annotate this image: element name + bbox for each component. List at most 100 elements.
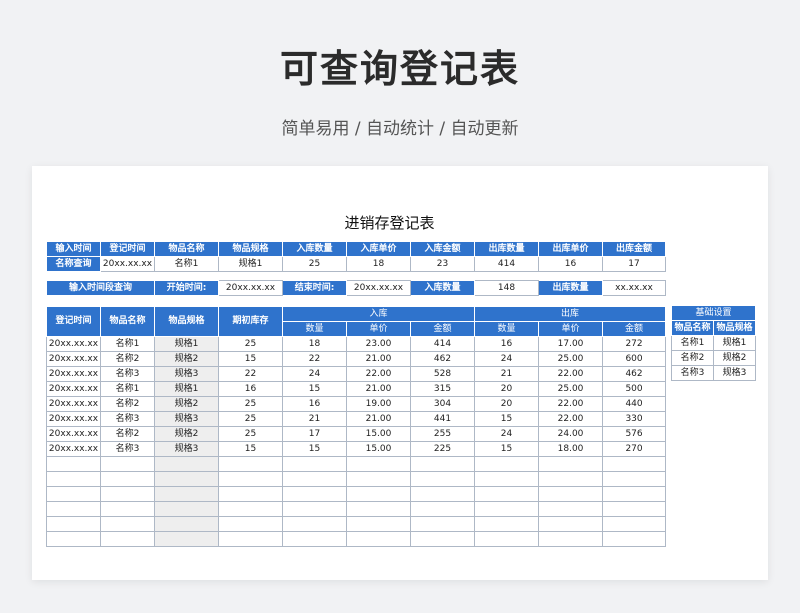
table-cell[interactable]: 15 — [218, 351, 283, 367]
empty-cell[interactable] — [602, 501, 667, 517]
empty-cell[interactable] — [474, 531, 540, 547]
empty-cell[interactable] — [346, 501, 411, 517]
empty-cell[interactable] — [46, 501, 101, 517]
empty-cell[interactable] — [218, 486, 283, 502]
table-cell[interactable]: 20xx.xx.xx — [46, 351, 101, 367]
settings-cell[interactable]: 规格2 — [712, 350, 757, 366]
table-cell[interactable]: 600 — [602, 351, 667, 367]
empty-cell[interactable] — [346, 456, 411, 472]
table-cell[interactable]: 21.00 — [346, 351, 411, 367]
table-cell[interactable]: 22.00 — [538, 396, 604, 412]
empty-cell[interactable] — [409, 456, 476, 472]
table-cell[interactable]: 规格3 — [154, 441, 219, 457]
table-cell[interactable]: 25 — [218, 336, 283, 352]
empty-cell[interactable] — [282, 456, 347, 472]
table-cell[interactable]: 规格2 — [154, 426, 219, 442]
table-cell[interactable]: 名称3 — [100, 411, 155, 427]
table-cell[interactable]: 441 — [409, 411, 476, 427]
table-cell[interactable]: 规格3 — [154, 411, 219, 427]
table-cell[interactable]: 20xx.xx.xx — [46, 366, 101, 382]
table-cell[interactable]: 19.00 — [346, 396, 411, 412]
empty-cell[interactable] — [282, 516, 347, 532]
empty-cell[interactable] — [100, 471, 155, 487]
table-cell[interactable]: 21.00 — [346, 411, 411, 427]
empty-cell[interactable] — [409, 531, 476, 547]
empty-cell[interactable] — [346, 471, 411, 487]
empty-cell[interactable] — [409, 516, 476, 532]
table-cell[interactable]: 15 — [282, 381, 347, 397]
table-cell[interactable]: 22 — [218, 366, 283, 382]
table-cell[interactable]: 名称1 — [100, 381, 155, 397]
empty-cell[interactable] — [602, 471, 667, 487]
empty-cell[interactable] — [474, 471, 540, 487]
empty-cell[interactable] — [346, 531, 411, 547]
table-cell[interactable]: 规格2 — [154, 396, 219, 412]
table-cell[interactable]: 500 — [602, 381, 667, 397]
empty-cell[interactable] — [154, 471, 219, 487]
table-cell[interactable]: 15 — [282, 441, 347, 457]
empty-cell[interactable] — [100, 516, 155, 532]
table-cell[interactable]: 25 — [218, 426, 283, 442]
table-cell[interactable]: 名称1 — [100, 336, 155, 352]
table-cell[interactable]: 23.00 — [346, 336, 411, 352]
empty-cell[interactable] — [154, 531, 219, 547]
table-cell[interactable]: 330 — [602, 411, 667, 427]
table-cell[interactable]: 规格1 — [154, 381, 219, 397]
empty-cell[interactable] — [409, 471, 476, 487]
range-end-input[interactable]: 20xx.xx.xx — [346, 280, 411, 296]
table-cell[interactable]: 22.00 — [346, 366, 411, 382]
empty-cell[interactable] — [46, 456, 101, 472]
table-cell[interactable]: 21.00 — [346, 381, 411, 397]
table-cell[interactable]: 462 — [409, 351, 476, 367]
empty-cell[interactable] — [538, 456, 604, 472]
empty-cell[interactable] — [100, 486, 155, 502]
empty-cell[interactable] — [46, 531, 101, 547]
table-cell[interactable]: 规格3 — [154, 366, 219, 382]
table-cell[interactable]: 24 — [474, 351, 540, 367]
table-cell[interactable]: 24.00 — [538, 426, 604, 442]
empty-cell[interactable] — [46, 516, 101, 532]
table-cell[interactable]: 18 — [282, 336, 347, 352]
empty-cell[interactable] — [538, 531, 604, 547]
table-cell[interactable]: 16 — [474, 336, 540, 352]
table-cell[interactable]: 名称3 — [100, 366, 155, 382]
empty-cell[interactable] — [474, 456, 540, 472]
table-cell[interactable]: 24 — [474, 426, 540, 442]
empty-cell[interactable] — [346, 516, 411, 532]
empty-cell[interactable] — [218, 501, 283, 517]
table-cell[interactable]: 20xx.xx.xx — [46, 441, 101, 457]
table-cell[interactable]: 20xx.xx.xx — [46, 396, 101, 412]
table-cell[interactable]: 225 — [409, 441, 476, 457]
empty-cell[interactable] — [46, 486, 101, 502]
table-cell[interactable]: 440 — [602, 396, 667, 412]
table-cell[interactable]: 20 — [474, 381, 540, 397]
table-cell[interactable]: 25 — [218, 411, 283, 427]
summary-name-cell[interactable]: 名称1 — [154, 256, 219, 272]
table-cell[interactable]: 20xx.xx.xx — [46, 426, 101, 442]
table-cell[interactable]: 22.00 — [538, 366, 604, 382]
table-cell[interactable]: 16 — [218, 381, 283, 397]
table-cell[interactable]: 17.00 — [538, 336, 604, 352]
settings-cell[interactable]: 规格3 — [712, 365, 757, 381]
empty-cell[interactable] — [100, 456, 155, 472]
empty-cell[interactable] — [100, 501, 155, 517]
table-cell[interactable]: 18.00 — [538, 441, 604, 457]
table-cell[interactable]: 22.00 — [538, 411, 604, 427]
table-cell[interactable]: 304 — [409, 396, 476, 412]
empty-cell[interactable] — [282, 486, 347, 502]
empty-cell[interactable] — [100, 531, 155, 547]
table-cell[interactable]: 255 — [409, 426, 476, 442]
table-cell[interactable]: 24 — [282, 366, 347, 382]
table-cell[interactable]: 规格1 — [154, 336, 219, 352]
empty-cell[interactable] — [538, 486, 604, 502]
table-cell[interactable]: 名称2 — [100, 426, 155, 442]
table-cell[interactable]: 21 — [282, 411, 347, 427]
table-cell[interactable]: 25 — [218, 396, 283, 412]
table-cell[interactable]: 20xx.xx.xx — [46, 336, 101, 352]
empty-cell[interactable] — [218, 516, 283, 532]
table-cell[interactable]: 名称2 — [100, 351, 155, 367]
empty-cell[interactable] — [218, 471, 283, 487]
empty-cell[interactable] — [474, 486, 540, 502]
empty-cell[interactable] — [154, 516, 219, 532]
empty-cell[interactable] — [602, 516, 667, 532]
